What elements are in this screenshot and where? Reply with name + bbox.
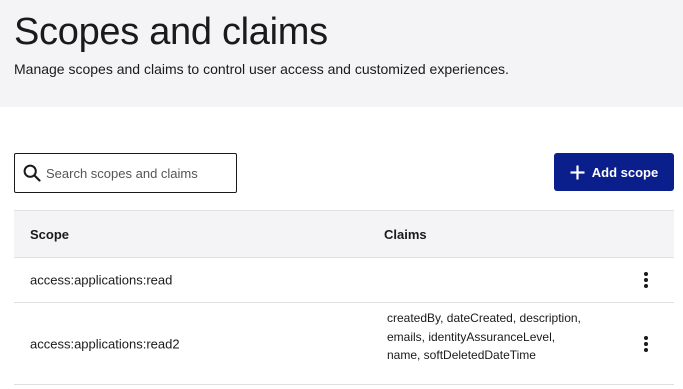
add-scope-button[interactable]: Add scope xyxy=(554,153,674,191)
scope-cell: access:applications:read2 xyxy=(30,336,180,351)
kebab-menu-icon xyxy=(644,272,648,288)
table-row: access:applications:read xyxy=(14,258,674,303)
table-header: Scope Claims xyxy=(14,210,674,258)
row-actions-button[interactable] xyxy=(638,333,654,355)
search-input[interactable] xyxy=(46,154,234,192)
table-row: access:applications:read2 createdBy, dat… xyxy=(14,303,674,385)
search-icon xyxy=(23,164,41,182)
page-title: Scopes and claims xyxy=(14,11,328,53)
plus-icon xyxy=(570,165,585,180)
search-box[interactable] xyxy=(14,153,237,193)
column-header-scope: Scope xyxy=(30,227,70,242)
column-header-claims: Claims xyxy=(384,227,427,242)
add-scope-label: Add scope xyxy=(591,164,659,180)
claims-cell: createdBy, dateCreated, description, ema… xyxy=(387,311,581,362)
scopes-table: Scope Claims access:applications:read ac… xyxy=(14,210,674,385)
page-subtitle: Manage scopes and claims to control user… xyxy=(14,61,509,77)
page-header: Scopes and claims Manage scopes and clai… xyxy=(0,0,683,107)
kebab-menu-icon xyxy=(644,335,648,352)
scope-cell: access:applications:read xyxy=(30,272,173,288)
row-actions-button[interactable] xyxy=(638,269,654,291)
